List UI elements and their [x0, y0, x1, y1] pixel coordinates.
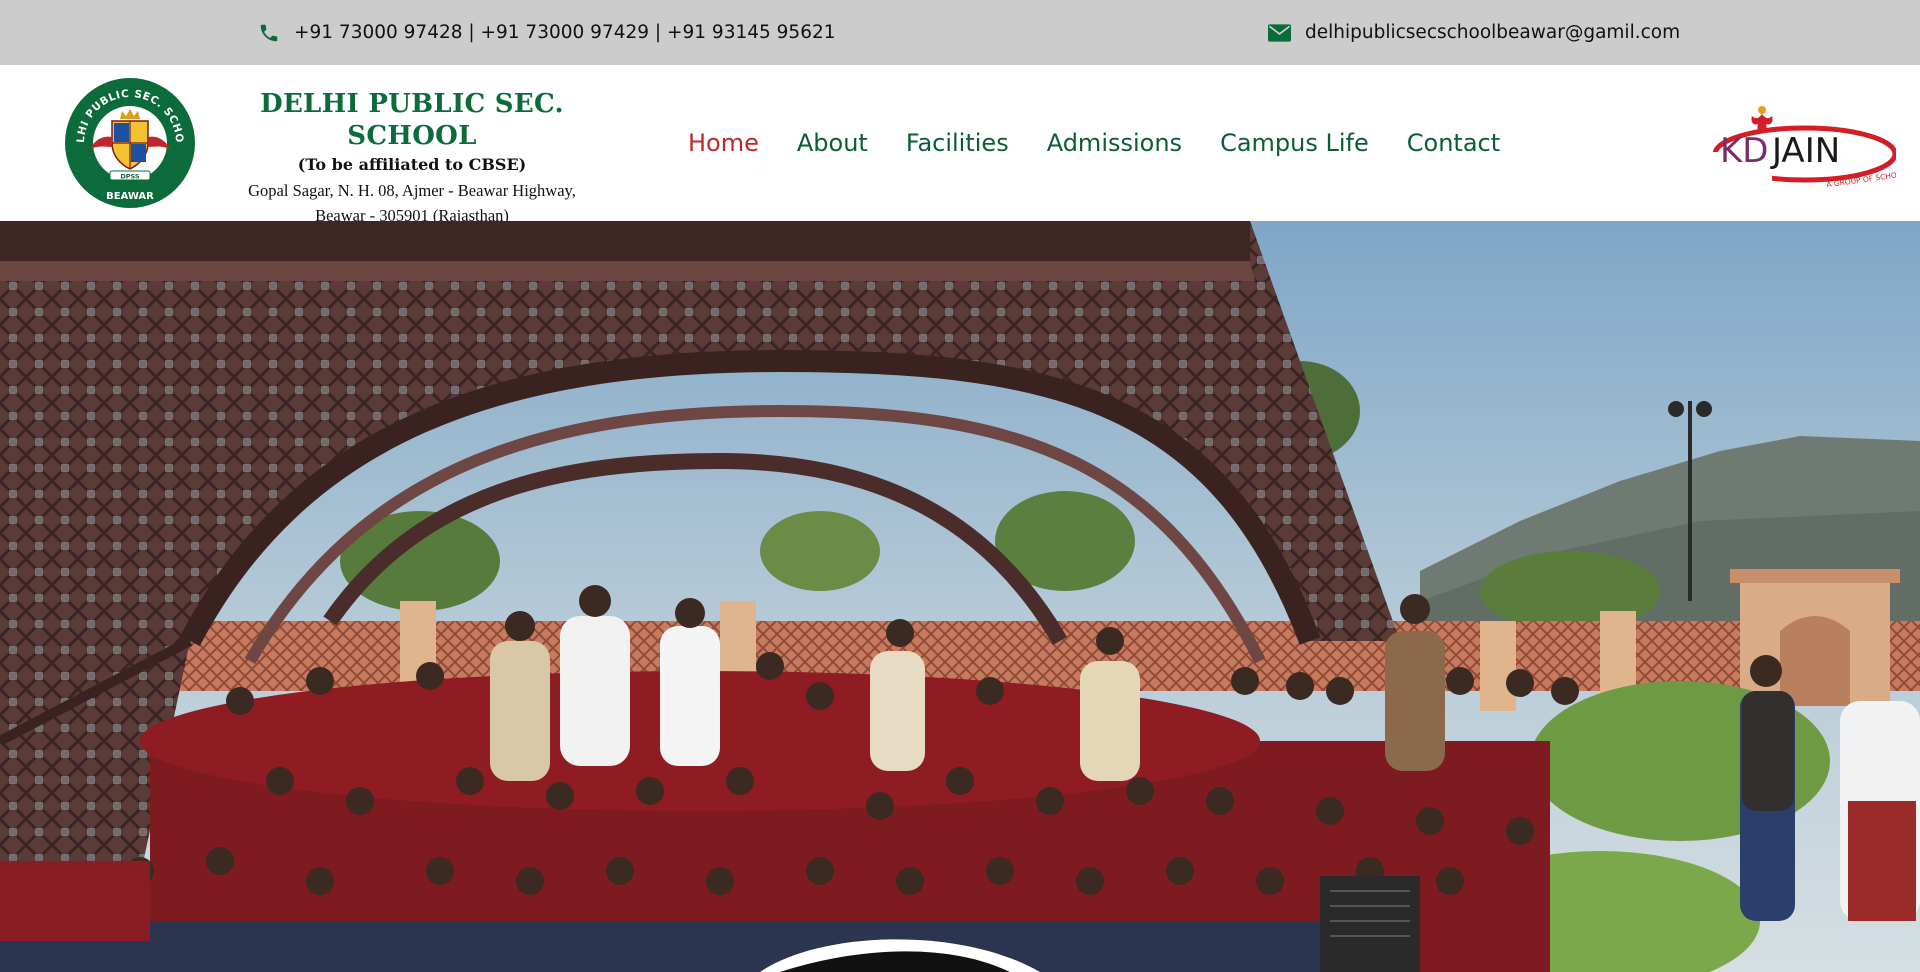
nav-facilities[interactable]: Facilities — [906, 129, 1009, 157]
phone-numbers[interactable]: +91 73000 97428 | +91 73000 97429 | +91 … — [294, 22, 836, 43]
logo-badge-text: DPSS — [120, 173, 140, 181]
email-contact[interactable]: delhipublicsecschoolbeawar@gamil.com — [1268, 0, 1680, 65]
nav-contact[interactable]: Contact — [1407, 129, 1500, 157]
school-name[interactable]: DELHI PUBLIC SEC. SCHOOL — [206, 88, 618, 152]
nav-admissions[interactable]: Admissions — [1047, 129, 1182, 157]
hero-photo — [0, 221, 1920, 972]
envelope-icon — [1268, 23, 1291, 42]
kd-jain-logo[interactable]: KD JAIN A GROUP OF SCHOOL S' — [1710, 100, 1896, 188]
school-info: DELHI PUBLIC SEC. SCHOOL (To be affiliat… — [206, 88, 618, 228]
nav-campus-life[interactable]: Campus Life — [1220, 129, 1369, 157]
logo-text-jain: JAIN — [1770, 131, 1840, 171]
site-header: DELHI PUBLIC SEC. SCHOOL BEAWAR DPSS DEL… — [0, 65, 1920, 225]
nav-about[interactable]: About — [797, 129, 868, 157]
hero-banner — [0, 221, 1920, 972]
main-nav: Home About Facilities Admissions Campus … — [688, 65, 1538, 221]
nav-home[interactable]: Home — [688, 129, 759, 157]
phone-icon — [260, 24, 278, 41]
email-address[interactable]: delhipublicsecschoolbeawar@gamil.com — [1305, 22, 1680, 43]
school-logo[interactable]: DELHI PUBLIC SEC. SCHOOL BEAWAR DPSS — [64, 77, 196, 209]
logo-bottom-text: BEAWAR — [106, 191, 154, 202]
affiliation-note: (To be affiliated to CBSE) — [297, 155, 527, 174]
address-line-1: Gopal Sagar, N. H. 08, Ajmer - Beawar Hi… — [248, 181, 576, 200]
logo-text-kd: KD — [1720, 131, 1768, 171]
phone-contact[interactable]: +91 73000 97428 | +91 73000 97429 | +91 … — [258, 0, 836, 65]
top-contact-bar: +91 73000 97428 | +91 73000 97429 | +91 … — [0, 0, 1920, 65]
